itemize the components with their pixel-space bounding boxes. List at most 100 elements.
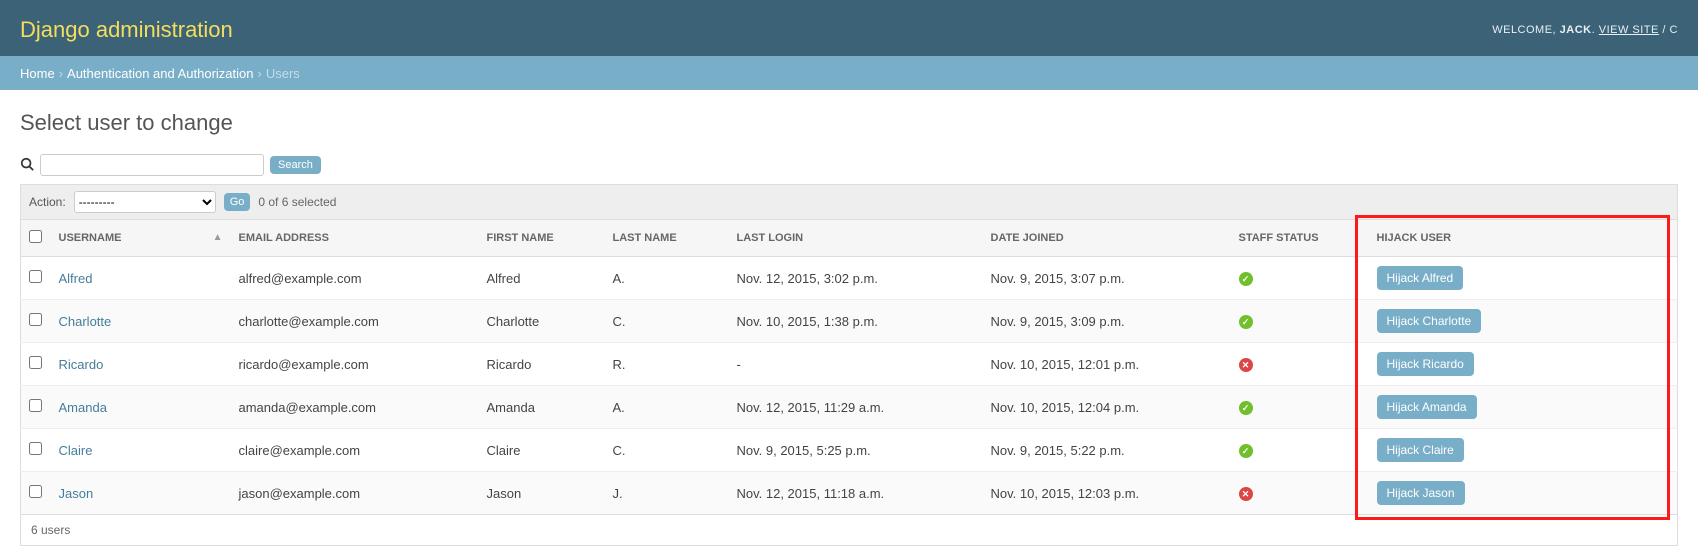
sort-ascending-icon: ▲: [213, 232, 223, 243]
hijack-button[interactable]: Hijack Alfred: [1377, 266, 1464, 290]
col-username-label: USERNAME: [59, 232, 122, 244]
paginator: 6 users: [20, 515, 1678, 546]
tools-sep: /: [1659, 24, 1670, 36]
cell-first-name: Jason: [479, 472, 605, 515]
cell-last-name: R.: [605, 343, 729, 386]
search-bar: Search: [20, 154, 1678, 176]
dot: .: [1592, 24, 1599, 36]
cell-date-joined: Nov. 9, 2015, 3:09 p.m.: [983, 300, 1231, 343]
col-last-name[interactable]: LAST NAME: [605, 220, 729, 257]
cell-last-name: A.: [605, 257, 729, 300]
cell-hijack: Hijack Ricardo: [1369, 343, 1678, 386]
cell-staff-status: ✕: [1231, 472, 1369, 515]
col-first-name[interactable]: FIRST NAME: [479, 220, 605, 257]
cell-email: alfred@example.com: [231, 257, 479, 300]
results-table: USERNAME ▲ EMAIL ADDRESS FIRST NAME LAST…: [20, 219, 1678, 515]
cell-last-name: C.: [605, 300, 729, 343]
admin-header: Django administration WELCOME, JACK. VIE…: [0, 0, 1698, 56]
cell-email: charlotte@example.com: [231, 300, 479, 343]
breadcrumb-app[interactable]: Authentication and Authorization: [67, 66, 253, 81]
content: Select user to change Search Action: ---…: [0, 90, 1698, 556]
hijack-button[interactable]: Hijack Claire: [1377, 438, 1464, 462]
check-circle-icon: ✓: [1239, 401, 1253, 415]
cell-staff-status: ✓: [1231, 386, 1369, 429]
username-link[interactable]: Ricardo: [59, 357, 104, 372]
cell-staff-status: ✓: [1231, 300, 1369, 343]
table-row: Claireclaire@example.comClaireC.Nov. 9, …: [21, 429, 1678, 472]
col-date-joined[interactable]: DATE JOINED: [983, 220, 1231, 257]
cell-last-name: J.: [605, 472, 729, 515]
cell-first-name: Alfred: [479, 257, 605, 300]
cell-staff-status: ✕: [1231, 343, 1369, 386]
hijack-button[interactable]: Hijack Charlotte: [1377, 309, 1482, 333]
select-all-checkbox[interactable]: [29, 230, 42, 243]
cell-last-login: Nov. 12, 2015, 3:02 p.m.: [729, 257, 983, 300]
cell-last-login: Nov. 12, 2015, 11:18 a.m.: [729, 472, 983, 515]
row-checkbox[interactable]: [29, 399, 42, 412]
cell-email: claire@example.com: [231, 429, 479, 472]
username-link[interactable]: Jason: [59, 486, 94, 501]
action-select[interactable]: ---------: [74, 191, 216, 213]
search-icon: [20, 157, 34, 174]
actions-bar: Action: --------- Go 0 of 6 selected: [20, 184, 1678, 219]
cell-last-name: A.: [605, 386, 729, 429]
cell-staff-status: ✓: [1231, 257, 1369, 300]
cell-last-login: -: [729, 343, 983, 386]
x-circle-icon: ✕: [1239, 358, 1253, 372]
table-row: Ricardoricardo@example.comRicardoR.-Nov.…: [21, 343, 1678, 386]
username-link[interactable]: Alfred: [59, 271, 93, 286]
cell-last-login: Nov. 12, 2015, 11:29 a.m.: [729, 386, 983, 429]
cell-last-login: Nov. 9, 2015, 5:25 p.m.: [729, 429, 983, 472]
hijack-button[interactable]: Hijack Jason: [1377, 481, 1465, 505]
username-link[interactable]: Amanda: [59, 400, 107, 415]
hijack-button[interactable]: Hijack Ricardo: [1377, 352, 1474, 376]
col-username[interactable]: USERNAME ▲: [51, 220, 231, 257]
cell-first-name: Ricardo: [479, 343, 605, 386]
col-email[interactable]: EMAIL ADDRESS: [231, 220, 479, 257]
cell-staff-status: ✓: [1231, 429, 1369, 472]
go-button[interactable]: Go: [224, 193, 251, 211]
cell-hijack: Hijack Alfred: [1369, 257, 1678, 300]
cell-email: jason@example.com: [231, 472, 479, 515]
col-staff-status[interactable]: STAFF STATUS: [1231, 220, 1369, 257]
cell-date-joined: Nov. 10, 2015, 12:01 p.m.: [983, 343, 1231, 386]
username-link[interactable]: Claire: [59, 443, 93, 458]
col-last-login[interactable]: LAST LOGIN: [729, 220, 983, 257]
cell-date-joined: Nov. 9, 2015, 3:07 p.m.: [983, 257, 1231, 300]
cell-hijack: Hijack Amanda: [1369, 386, 1678, 429]
col-hijack-user: HIJACK USER: [1369, 220, 1678, 257]
row-checkbox[interactable]: [29, 442, 42, 455]
table-row: Amandaamanda@example.comAmandaA.Nov. 12,…: [21, 386, 1678, 429]
row-checkbox[interactable]: [29, 356, 42, 369]
hijack-button[interactable]: Hijack Amanda: [1377, 395, 1477, 419]
table-row: Charlottecharlotte@example.comCharlotteC…: [21, 300, 1678, 343]
user-tools: WELCOME, JACK. VIEW SITE / C: [1492, 24, 1678, 36]
check-circle-icon: ✓: [1239, 444, 1253, 458]
cell-hijack: Hijack Jason: [1369, 472, 1678, 515]
view-site-link[interactable]: VIEW SITE: [1599, 24, 1659, 36]
username-link[interactable]: Charlotte: [59, 314, 112, 329]
cell-hijack: Hijack Claire: [1369, 429, 1678, 472]
table-row: Jasonjason@example.comJasonJ.Nov. 12, 20…: [21, 472, 1678, 515]
tools-trailing: C: [1670, 24, 1678, 36]
col-checkbox: [21, 220, 51, 257]
action-label: Action:: [29, 195, 66, 209]
page-title: Select user to change: [20, 110, 1678, 136]
search-button[interactable]: Search: [270, 156, 321, 174]
selection-count: 0 of 6 selected: [258, 195, 336, 209]
cell-first-name: Claire: [479, 429, 605, 472]
row-checkbox[interactable]: [29, 485, 42, 498]
row-checkbox[interactable]: [29, 270, 42, 283]
breadcrumb-sep: ›: [59, 66, 63, 81]
cell-first-name: Amanda: [479, 386, 605, 429]
check-circle-icon: ✓: [1239, 315, 1253, 329]
check-circle-icon: ✓: [1239, 272, 1253, 286]
row-checkbox[interactable]: [29, 313, 42, 326]
search-input[interactable]: [40, 154, 264, 176]
breadcrumb-sep: ›: [258, 66, 262, 81]
cell-date-joined: Nov. 9, 2015, 5:22 p.m.: [983, 429, 1231, 472]
site-title-link[interactable]: Django administration: [20, 17, 233, 43]
breadcrumb-home[interactable]: Home: [20, 66, 55, 81]
cell-last-name: C.: [605, 429, 729, 472]
current-user: JACK: [1560, 24, 1592, 36]
